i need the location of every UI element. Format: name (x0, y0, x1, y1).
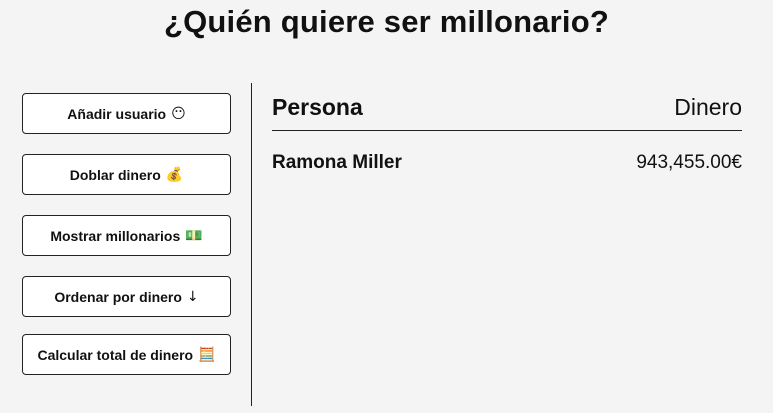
show-millionaires-button-label: Mostrar millonarios (50, 227, 181, 244)
table-row: Ramona Miller 943,455.00€ (272, 151, 742, 175)
person-name: Ramona Miller (272, 152, 402, 173)
add-user-button[interactable]: Añadir usuario 😶 (22, 93, 231, 134)
calculate-total-button-label: Calcular total de dinero (37, 346, 194, 363)
show-millionaires-button[interactable]: Mostrar millonarios 💵 (22, 215, 231, 256)
arrow-down-icon: ↓ (186, 288, 199, 305)
page-title: ¿Quién quiere ser millonario? (163, 4, 610, 39)
user-face-icon: 😶 (171, 105, 186, 122)
vertical-divider (251, 83, 252, 406)
table-header: Persona Dinero (272, 92, 742, 131)
sort-by-money-button[interactable]: Ordenar por dinero ↓ (22, 276, 231, 317)
double-money-button-label: Doblar dinero (69, 166, 161, 183)
main-panel: Persona Dinero Ramona Miller 943,455.00€ (272, 92, 742, 175)
add-user-button-label: Añadir usuario (67, 105, 167, 122)
calculate-total-button[interactable]: Calcular total de dinero 🧮 (22, 334, 231, 375)
sort-by-money-button-label: Ordenar por dinero (54, 288, 182, 305)
double-money-button[interactable]: Doblar dinero 💰 (22, 154, 231, 195)
person-column-header: Persona (272, 94, 363, 120)
money-bag-icon: 💰 (165, 166, 184, 183)
banknote-icon: 💵 (185, 227, 203, 244)
money-value: 943,455.00€ (636, 152, 742, 173)
abacus-icon: 🧮 (198, 346, 216, 363)
money-column-header: Dinero (674, 94, 742, 120)
